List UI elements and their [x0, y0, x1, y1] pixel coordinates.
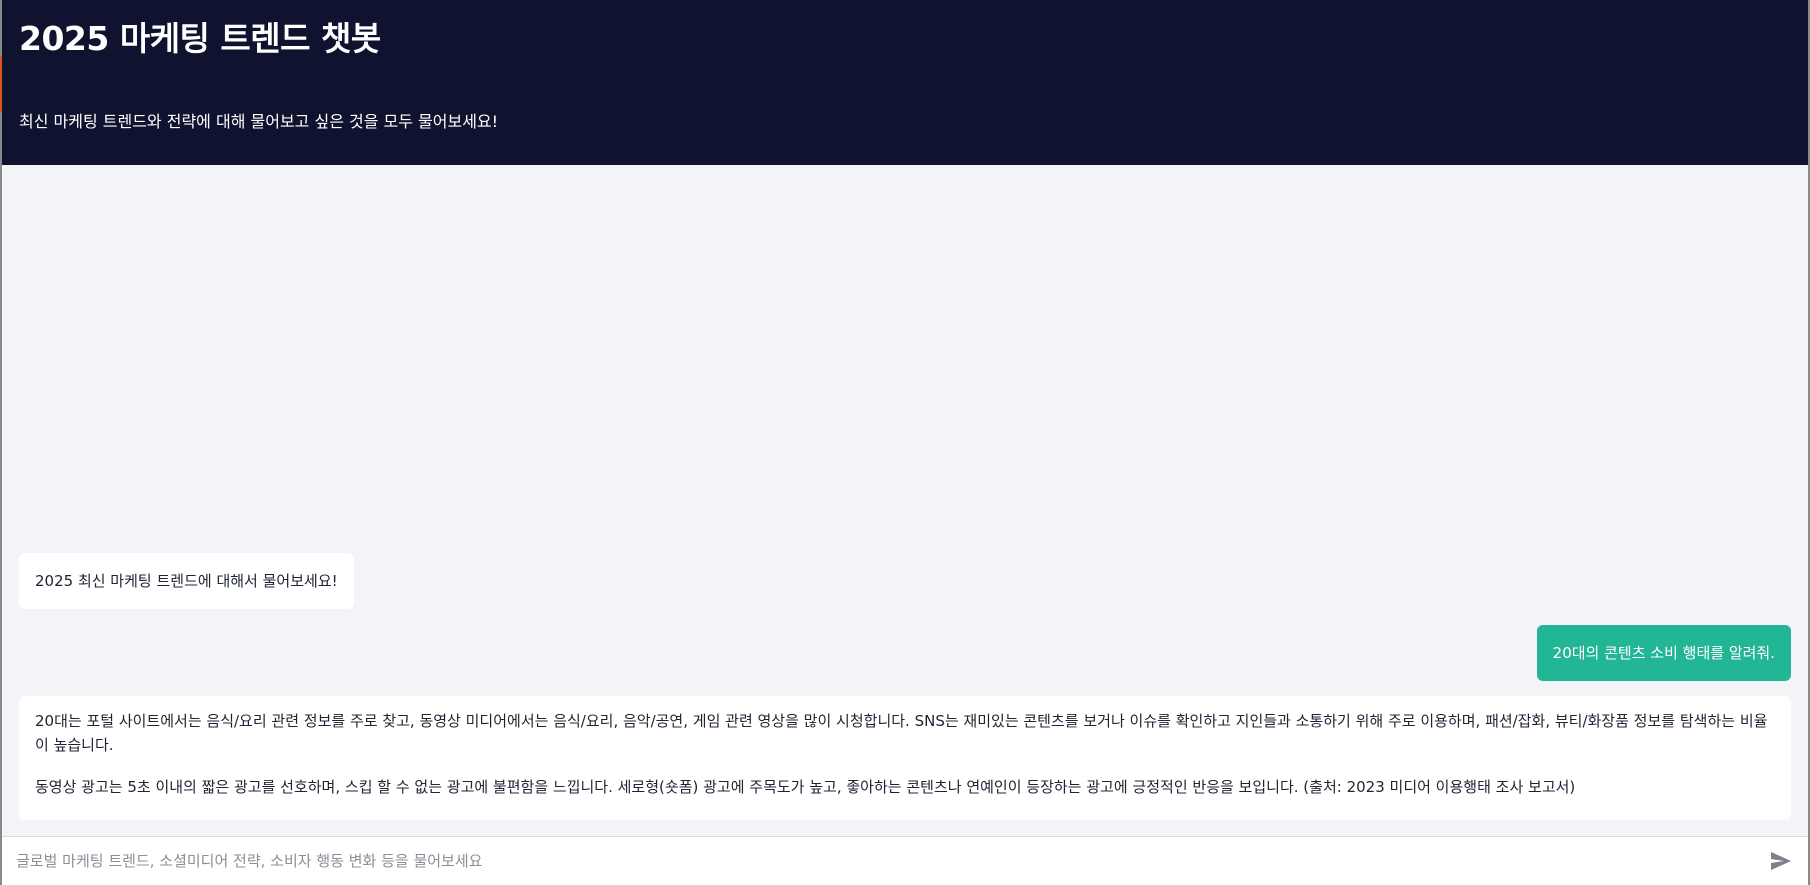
send-icon	[1771, 852, 1791, 870]
bot-message-text: 2025 최신 마케팅 트렌드에 대해서 물어보세요!	[35, 572, 338, 590]
header: 2025 마케팅 트렌드 챗봇 최신 마케팅 트렌드와 전략에 대해 물어보고 …	[2, 0, 1808, 165]
chat-messages: 2025 최신 마케팅 트렌드에 대해서 물어보세요! 20대의 콘텐츠 소비 …	[2, 165, 1808, 836]
page-subtitle: 최신 마케팅 트렌드와 전략에 대해 물어보고 싶은 것을 모두 물어보세요!	[19, 112, 499, 131]
bot-answer-paragraph-1: 20대는 포털 사이트에서는 음식/요리 관련 정보를 주로 찾고, 동영상 미…	[35, 712, 1768, 754]
message-input-bar	[2, 836, 1808, 885]
user-message: 20대의 콘텐츠 소비 행태를 알려줘.	[1536, 625, 1791, 681]
send-button[interactable]	[1768, 849, 1794, 873]
chatbot-app: 2025 마케팅 트렌드 챗봇 최신 마케팅 트렌드와 전략에 대해 물어보고 …	[0, 0, 1810, 885]
bot-message-greeting: 2025 최신 마케팅 트렌드에 대해서 물어보세요!	[19, 553, 354, 609]
page-title: 2025 마케팅 트렌드 챗봇	[19, 19, 381, 58]
bot-message-answer: 20대는 포털 사이트에서는 음식/요리 관련 정보를 주로 찾고, 동영상 미…	[19, 696, 1791, 820]
user-message-text: 20대의 콘텐츠 소비 행태를 알려줘.	[1552, 644, 1775, 662]
message-input[interactable]	[2, 837, 1742, 885]
bot-answer-paragraph-2: 동영상 광고는 5초 이내의 짧은 광고를 선호하며, 스킵 할 수 없는 광고…	[35, 778, 1576, 796]
